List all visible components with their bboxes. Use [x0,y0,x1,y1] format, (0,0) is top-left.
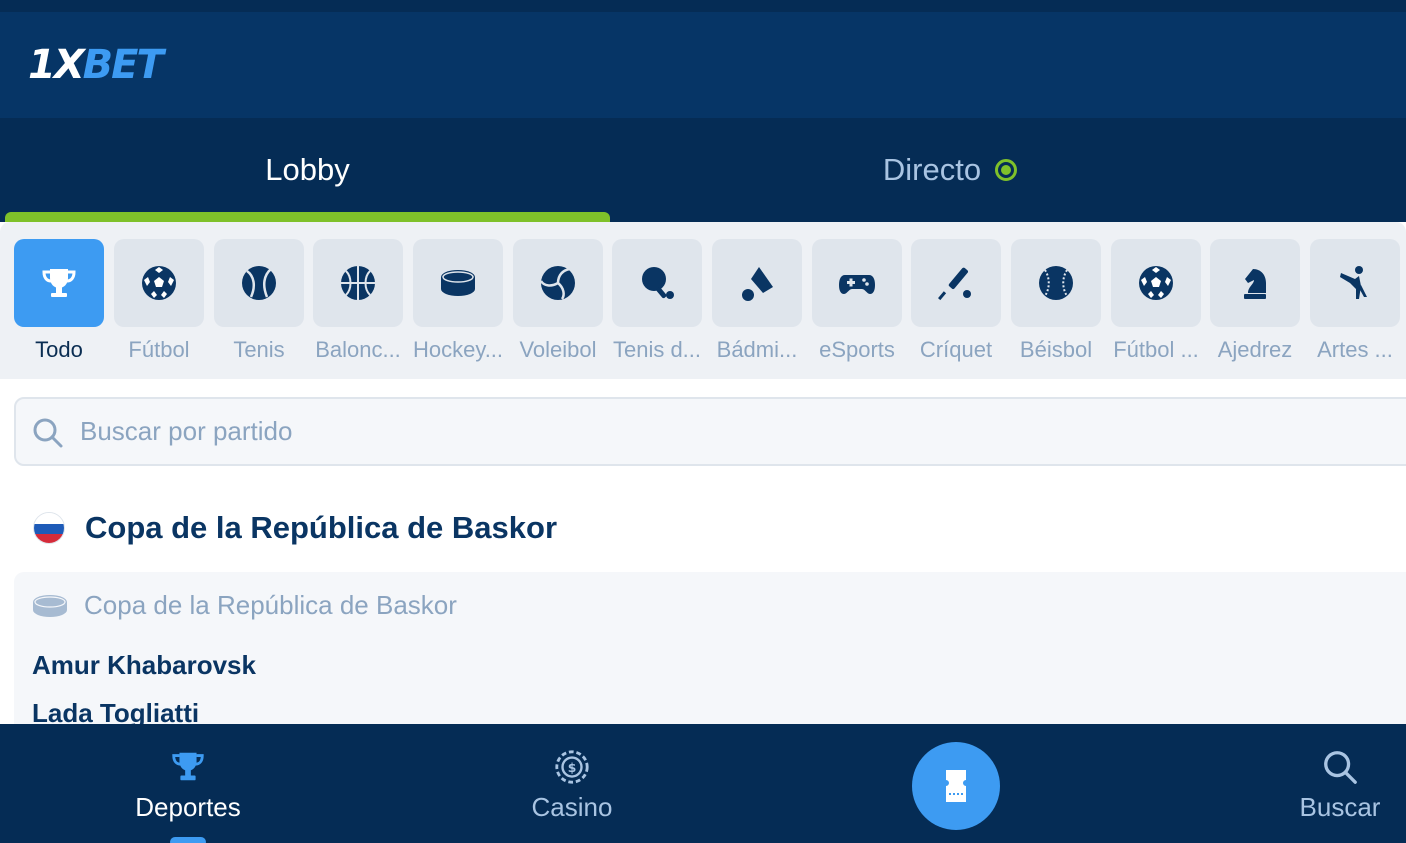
shuttlecock-icon [742,267,773,301]
search-input[interactable] [80,411,980,451]
sport-item-hockey[interactable]: Hockey... [413,239,503,369]
tab-lobby-label: Lobby [265,152,350,187]
active-tab-indicator [5,212,610,222]
app-header: 1XBET [0,0,1406,118]
section-tabs: Lobby Directo [0,118,1406,222]
nav-active-indicator [170,837,206,843]
sport-item-futbol[interactable]: Fútbol [114,239,204,369]
team-home: Amur Khabarovsk [32,650,256,680]
sport-item-todo[interactable]: Todo [14,239,104,369]
nav-casino-label: Casino [531,792,613,822]
sport-item-badminton[interactable]: Bádmi... [712,239,802,369]
svg-text:$: $ [568,761,577,775]
league-title: Copa de la República de Baskor [85,510,558,545]
sports-filter-bar: Todo Fútbol Tenis Balonc... Hockey... Vo… [0,222,1406,379]
basketball-icon [341,266,375,300]
bottom-navigation: Deportes $ Casino Buscar [0,724,1406,843]
sport-item-baloncesto[interactable]: Balonc... [313,239,403,369]
baseball-icon [1039,266,1073,300]
tennis-ball-icon [242,266,276,300]
ticket-icon [946,770,966,802]
nav-search[interactable]: Buscar [1270,748,1406,823]
sport-item-voleibol[interactable]: Voleibol [513,239,603,369]
status-strip [0,0,1406,12]
sport-item-esports[interactable]: eSports [812,239,902,369]
betslip-button[interactable] [912,742,1000,830]
sport-item-futbol-2[interactable]: Fútbol ... [1111,239,1201,369]
sport-item-criquet[interactable]: Críquet [911,239,1001,369]
sport-item-tenis-de-mesa[interactable]: Tenis d... [612,239,702,369]
soccer-ball-icon [142,266,176,300]
russia-flag-icon [33,512,65,544]
sport-item-tenis[interactable]: Tenis [214,239,304,369]
table-tennis-icon [642,267,674,299]
trophy-icon [172,752,204,781]
sport-item-ajedrez[interactable]: Ajedrez [1210,239,1300,369]
trophy-icon [42,269,76,297]
brand-logo[interactable]: 1XBET [28,40,164,90]
live-indicator-icon [995,159,1018,181]
nav-search-label: Buscar [1299,792,1381,822]
tab-lobby[interactable]: Lobby [5,118,610,222]
cricket-bat-icon [938,267,971,301]
tab-live[interactable]: Directo [610,118,1290,222]
search-icon [33,418,63,448]
tab-live-label: Directo [882,152,982,187]
chess-knight-icon [1244,269,1266,299]
hockey-puck-icon [441,270,475,296]
casino-chip-icon: $ [555,750,589,784]
match-competition-label: Copa de la República de Baskor [84,590,457,620]
volleyball-icon [539,266,575,300]
sport-item-beisbol[interactable]: Béisbol [1011,239,1101,369]
martial-arts-icon [1340,266,1367,299]
soccer-ball-icon [1139,266,1173,300]
match-search-box[interactable] [14,397,1406,466]
hockey-puck-icon [33,594,67,617]
match-competition: Copa de la República de Baskor [32,590,457,621]
gamepad-icon [839,275,875,294]
sport-item-artes-marciales[interactable]: Artes ... [1310,239,1400,369]
search-icon [1324,751,1357,784]
nav-casino[interactable]: $ Casino [502,748,642,823]
league-header[interactable]: Copa de la República de Baskor [33,505,557,551]
nav-sports-label: Deportes [135,792,241,822]
nav-sports[interactable]: Deportes [118,748,258,823]
